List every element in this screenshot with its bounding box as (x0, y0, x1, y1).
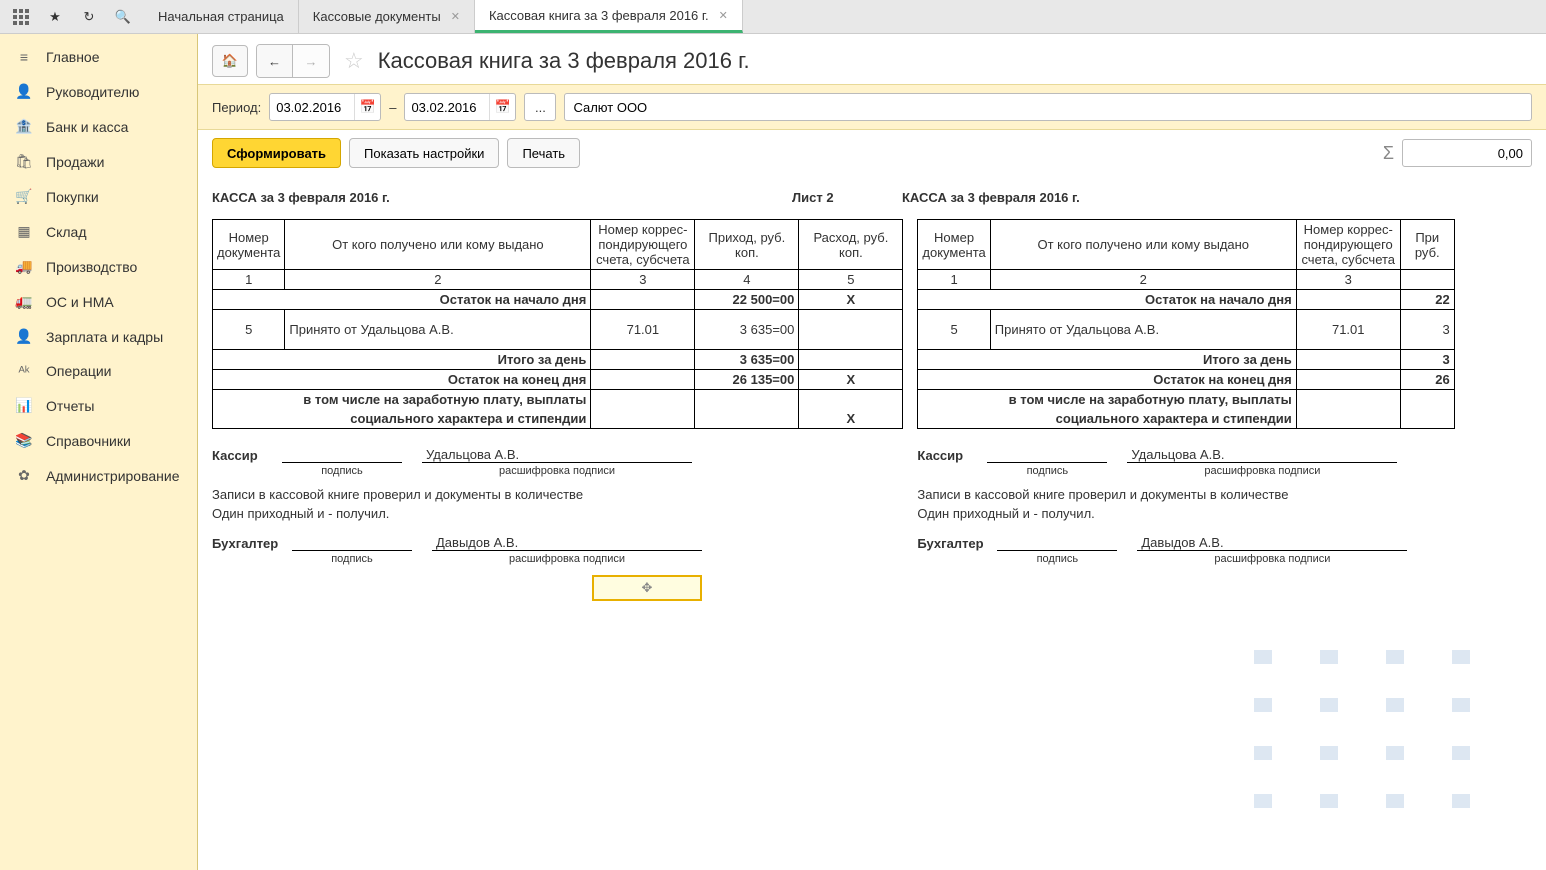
col-header: От кого получено или кому выдано (990, 220, 1296, 270)
col-header: Номер коррес-пондирующего счета, субсчет… (1296, 220, 1400, 270)
user-icon: 👤 (12, 328, 36, 345)
sidebar-item-bank[interactable]: 🏦 Банк и касса (0, 109, 197, 144)
menu-icon: ≡ (12, 49, 36, 65)
sidebar-item-admin[interactable]: ✿ Администрирование (0, 458, 197, 493)
sidebar-item-warehouse[interactable]: ▦ Склад (0, 214, 197, 249)
move-cursor-icon: ✥ (642, 580, 653, 596)
sidebar-item-label: Руководителю (46, 84, 139, 100)
history-icon[interactable]: ↻ (72, 0, 106, 34)
date-from-input[interactable]: 📅 (269, 93, 381, 121)
accountant-name: Давыдов А.В. (432, 535, 702, 551)
col-header: При руб. (1400, 220, 1454, 270)
sidebar-item-label: Операции (46, 363, 112, 379)
cashier-label: Кассир (212, 448, 282, 463)
accountant-label: Бухгалтер (212, 536, 292, 551)
col-header: От кого получено или кому выдано (285, 220, 591, 270)
sidebar-item-label: Администрирование (46, 468, 180, 484)
sidebar-item-label: Продажи (46, 154, 104, 170)
col-header: Номер коррес-пондирующего счета, субсчет… (591, 220, 695, 270)
date-to-input[interactable]: 📅 (404, 93, 516, 121)
sidebar-item-label: Покупки (46, 189, 99, 205)
forward-button: → (293, 45, 329, 77)
date-from-field[interactable] (270, 100, 354, 115)
sidebar-item-assets[interactable]: 🚛 ОС и НМА (0, 284, 197, 319)
ops-icon: ᴬᵏ (12, 363, 36, 379)
page-title: Кассовая книга за 3 февраля 2016 г. (378, 48, 750, 74)
cash-table-right: Номер документа От кого получено или ком… (917, 219, 1454, 429)
show-settings-button[interactable]: Показать настройки (349, 138, 499, 168)
books-icon: 📚 (12, 432, 36, 449)
home-button[interactable]: 🏠 (212, 45, 248, 77)
sidebar-item-label: Склад (46, 224, 87, 240)
calendar-icon[interactable]: 📅 (354, 94, 380, 120)
report-header-right: КАССА за 3 февраля 2016 г. (902, 190, 1080, 205)
sidebar-item-label: Производство (46, 259, 137, 275)
sidebar: ≡ Главное 👤 Руководителю 🏦 Банк и касса 🛍 Пр… (0, 34, 198, 870)
cashier-name: Удальцова А.В. (422, 447, 692, 463)
truck-icon: 🚛 (12, 293, 36, 310)
sidebar-item-production[interactable]: 🚚 Производство (0, 249, 197, 284)
user-icon: 👤 (12, 83, 36, 100)
tab-label: Кассовая книга за 3 февраля 2016 г. (489, 8, 709, 23)
sidebar-item-main[interactable]: ≡ Главное (0, 40, 197, 74)
sidebar-item-salary[interactable]: 👤 Зарплата и кадры (0, 319, 197, 354)
tab-cash-docs[interactable]: Кассовые документы ✕ (299, 0, 475, 33)
sum-input[interactable] (1402, 139, 1532, 167)
period-dash: – (389, 100, 396, 115)
period-select-button[interactable]: ... (524, 93, 556, 121)
period-label: Период: (212, 100, 261, 115)
search-icon[interactable]: 🔍 (106, 0, 140, 34)
generate-button[interactable]: Сформировать (212, 138, 341, 168)
chart-icon: 📊 (12, 397, 36, 414)
sidebar-item-manager[interactable]: 👤 Руководителю (0, 74, 197, 109)
col-header: Номер документа (213, 220, 285, 270)
sidebar-item-label: Справочники (46, 433, 131, 449)
tab-label: Начальная страница (158, 9, 284, 24)
back-button[interactable]: ← (257, 45, 293, 77)
col-header: Номер документа (918, 220, 990, 270)
cart-icon: 🛒 (12, 188, 36, 205)
tab-close-icon[interactable]: ✕ (719, 9, 728, 22)
selected-cell[interactable]: ✥ (592, 575, 702, 601)
truck-icon: 🚚 (12, 258, 36, 275)
apps-icon[interactable] (4, 0, 38, 34)
sidebar-item-label: Главное (46, 49, 100, 65)
report-header-left: КАССА за 3 февраля 2016 г. (212, 190, 792, 205)
sidebar-item-label: Зарплата и кадры (46, 329, 163, 345)
grid-icon: ▦ (12, 223, 36, 240)
tab-close-icon[interactable]: ✕ (451, 10, 460, 23)
report-sheet-number: Лист 2 (792, 190, 902, 205)
cash-table-left: Номер документа От кого получено или ком… (212, 219, 903, 429)
sigma-icon: Σ (1383, 143, 1394, 164)
sidebar-item-operations[interactable]: ᴬᵏ Операции (0, 354, 197, 388)
star-icon[interactable]: ★ (38, 0, 72, 34)
date-to-field[interactable] (405, 100, 489, 115)
bank-icon: 🏦 (12, 118, 36, 135)
col-header: Приход, руб. коп. (695, 220, 799, 270)
print-button[interactable]: Печать (507, 138, 580, 168)
bag-icon: 🛍 (12, 153, 36, 170)
sidebar-item-sales[interactable]: 🛍 Продажи (0, 144, 197, 179)
sidebar-item-label: ОС и НМА (46, 294, 114, 310)
sidebar-item-label: Банк и касса (46, 119, 128, 135)
organization-input[interactable] (564, 93, 1532, 121)
sidebar-item-label: Отчеты (46, 398, 94, 414)
sidebar-item-reports[interactable]: 📊 Отчеты (0, 388, 197, 423)
tab-label: Кассовые документы (313, 9, 441, 24)
tab-cash-book[interactable]: Кассовая книга за 3 февраля 2016 г. ✕ (475, 0, 743, 33)
favorite-icon[interactable]: ☆ (344, 48, 364, 74)
sidebar-item-purchases[interactable]: 🛒 Покупки (0, 179, 197, 214)
col-header: Расход, руб. коп. (799, 220, 903, 270)
tab-home[interactable]: Начальная страница (144, 0, 299, 33)
calendar-icon[interactable]: 📅 (489, 94, 515, 120)
sidebar-item-directories[interactable]: 📚 Справочники (0, 423, 197, 458)
gear-icon: ✿ (12, 467, 36, 484)
